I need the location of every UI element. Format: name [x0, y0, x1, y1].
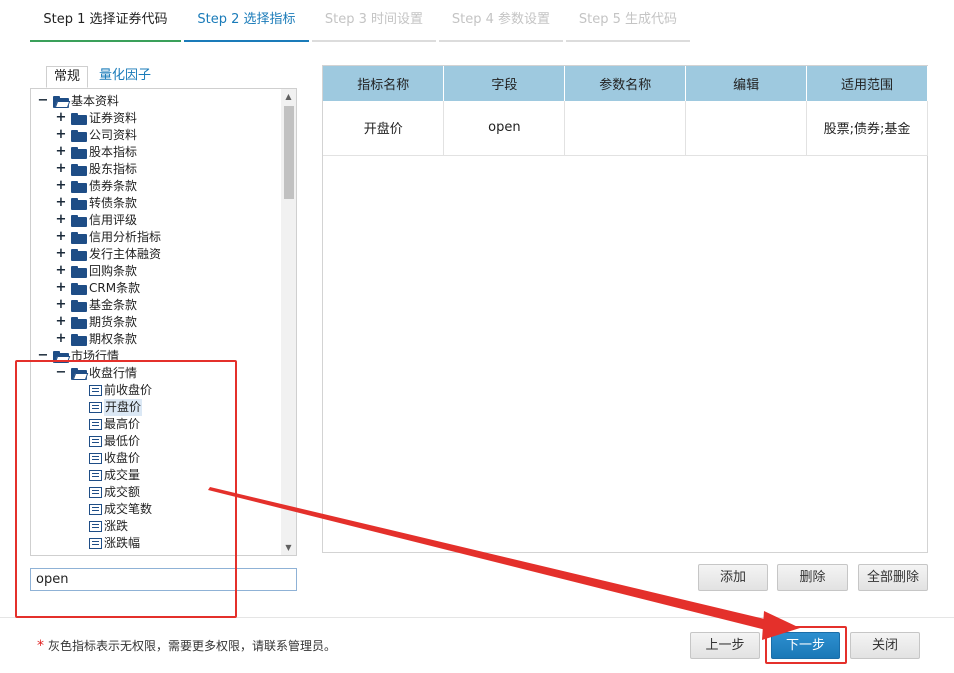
cell-field: open — [443, 101, 566, 156]
expand-icon[interactable]: + — [55, 263, 67, 280]
step-4-tab[interactable]: Step 4 参数设置 — [439, 0, 563, 42]
tab-quant-factors[interactable]: 量化因子 — [92, 66, 158, 88]
scroll-up-icon[interactable]: ▲ — [281, 89, 296, 104]
folder-icon — [71, 265, 87, 278]
column-header-indicator-name[interactable]: 指标名称 — [323, 66, 445, 101]
expand-icon[interactable]: + — [55, 195, 67, 212]
tree-node-label: 基金条款 — [89, 298, 138, 312]
tree-node-folder[interactable]: + 债券条款 — [31, 178, 281, 195]
selected-indicators-grid: 指标名称 字段 参数名称 编辑 适用范围 开盘价 open 股票;债券;基金 — [322, 65, 928, 553]
step-wizard: Step 1 选择证券代码 Step 2 选择指标 Step 3 时间设置 St… — [30, 0, 693, 42]
tree-node-label: 发行主体融资 — [89, 247, 162, 261]
scroll-down-icon[interactable]: ▼ — [281, 540, 296, 555]
step-2-tab[interactable]: Step 2 选择指标 — [184, 0, 309, 42]
scroll-thumb[interactable] — [284, 106, 294, 199]
permission-note-text: 灰色指标表示无权限，需要更多权限，请联系管理员。 — [48, 639, 337, 653]
folder-icon — [71, 299, 87, 312]
tree-node-label: 期权条款 — [89, 332, 138, 346]
delete-button[interactable]: 删除 — [777, 564, 848, 591]
folder-open-icon — [53, 95, 71, 108]
highlight-box-next-button — [765, 626, 847, 664]
expand-icon[interactable]: + — [55, 229, 67, 246]
permission-note: * 灰色指标表示无权限，需要更多权限，请联系管理员。 — [37, 637, 336, 654]
cell-edit[interactable] — [685, 101, 808, 156]
tree-node-label: 基本资料 — [71, 94, 120, 108]
tree-node-label: 信用评级 — [89, 213, 138, 227]
expand-icon[interactable]: + — [55, 246, 67, 263]
collapse-icon[interactable]: − — [37, 93, 49, 110]
folder-icon — [71, 146, 87, 159]
folder-icon — [71, 180, 87, 193]
column-header-edit[interactable]: 编辑 — [685, 66, 808, 101]
folder-icon — [71, 231, 87, 244]
tree-node-label: 股本指标 — [89, 145, 138, 159]
tree-node-folder[interactable]: + 期货条款 — [31, 314, 281, 331]
folder-icon — [71, 129, 87, 142]
tab-general[interactable]: 常规 — [46, 66, 89, 88]
expand-icon[interactable]: + — [55, 280, 67, 297]
expand-icon[interactable]: + — [55, 161, 67, 178]
tree-node-label: 公司资料 — [89, 128, 138, 142]
expand-icon[interactable]: + — [55, 212, 67, 229]
tree-node-folder[interactable]: + 转债条款 — [31, 195, 281, 212]
step-1-tab[interactable]: Step 1 选择证券代码 — [30, 0, 181, 42]
add-button[interactable]: 添加 — [698, 564, 768, 591]
expand-icon[interactable]: + — [55, 127, 67, 144]
folder-icon — [71, 197, 87, 210]
tree-node-folder[interactable]: + 发行主体融资 — [31, 246, 281, 263]
step-3-tab[interactable]: Step 3 时间设置 — [312, 0, 436, 42]
tree-node-label: CRM条款 — [89, 281, 141, 295]
expand-icon[interactable]: + — [55, 144, 67, 161]
tree-node-folder[interactable]: + 股本指标 — [31, 144, 281, 161]
folder-icon — [71, 282, 87, 295]
tree-node-folder[interactable]: + 期权条款 — [31, 331, 281, 348]
highlight-box-tree-search — [15, 360, 237, 618]
tree-node-label: 信用分析指标 — [89, 230, 162, 244]
column-header-field[interactable]: 字段 — [443, 66, 566, 101]
cell-scope: 股票;债券;基金 — [806, 101, 928, 156]
delete-all-button[interactable]: 全部删除 — [858, 564, 928, 591]
tree-node-label: 回购条款 — [89, 264, 138, 278]
tree-scrollbar[interactable]: ▲ ▼ — [281, 89, 296, 555]
step-5-tab[interactable]: Step 5 生成代码 — [566, 0, 690, 42]
tree-node-label: 债券条款 — [89, 179, 138, 193]
expand-icon[interactable]: + — [55, 331, 67, 348]
cell-indicator-name: 开盘价 — [323, 101, 445, 156]
tree-node-folder[interactable]: + 股东指标 — [31, 161, 281, 178]
previous-step-button[interactable]: 上一步 — [690, 632, 760, 659]
expand-icon[interactable]: + — [55, 314, 67, 331]
expand-icon[interactable]: + — [55, 110, 67, 127]
tree-node-basic-info[interactable]: − 基本资料 — [31, 93, 281, 110]
expand-icon[interactable]: + — [55, 178, 67, 195]
tree-node-folder[interactable]: + 回购条款 — [31, 263, 281, 280]
folder-icon — [71, 333, 87, 346]
tree-node-folder[interactable]: + 信用评级 — [31, 212, 281, 229]
table-row[interactable]: 开盘价 open 股票;债券;基金 — [323, 101, 928, 156]
folder-icon — [71, 214, 87, 227]
tree-node-label: 期货条款 — [89, 315, 138, 329]
asterisk-icon: * — [37, 638, 44, 654]
tree-node-folder[interactable]: + 公司资料 — [31, 127, 281, 144]
folder-icon — [71, 163, 87, 176]
close-button[interactable]: 关闭 — [850, 632, 920, 659]
expand-icon[interactable]: + — [55, 297, 67, 314]
cell-param-name[interactable] — [564, 101, 687, 156]
folder-icon — [71, 248, 87, 261]
tree-node-label: 证券资料 — [89, 111, 138, 125]
tree-node-folder[interactable]: + 基金条款 — [31, 297, 281, 314]
column-header-param-name[interactable]: 参数名称 — [564, 66, 687, 101]
tree-node-folder[interactable]: + 信用分析指标 — [31, 229, 281, 246]
folder-icon — [71, 316, 87, 329]
column-header-scope[interactable]: 适用范围 — [806, 66, 928, 101]
tree-node-label: 股东指标 — [89, 162, 138, 176]
tree-node-folder[interactable]: + 证券资料 — [31, 110, 281, 127]
tree-node-folder[interactable]: + CRM条款 — [31, 280, 281, 297]
indicator-category-tabs: 常规 量化因子 — [46, 66, 158, 88]
grid-header-row: 指标名称 字段 参数名称 编辑 适用范围 — [323, 66, 928, 101]
folder-icon — [71, 112, 87, 125]
tree-node-label: 转债条款 — [89, 196, 138, 210]
